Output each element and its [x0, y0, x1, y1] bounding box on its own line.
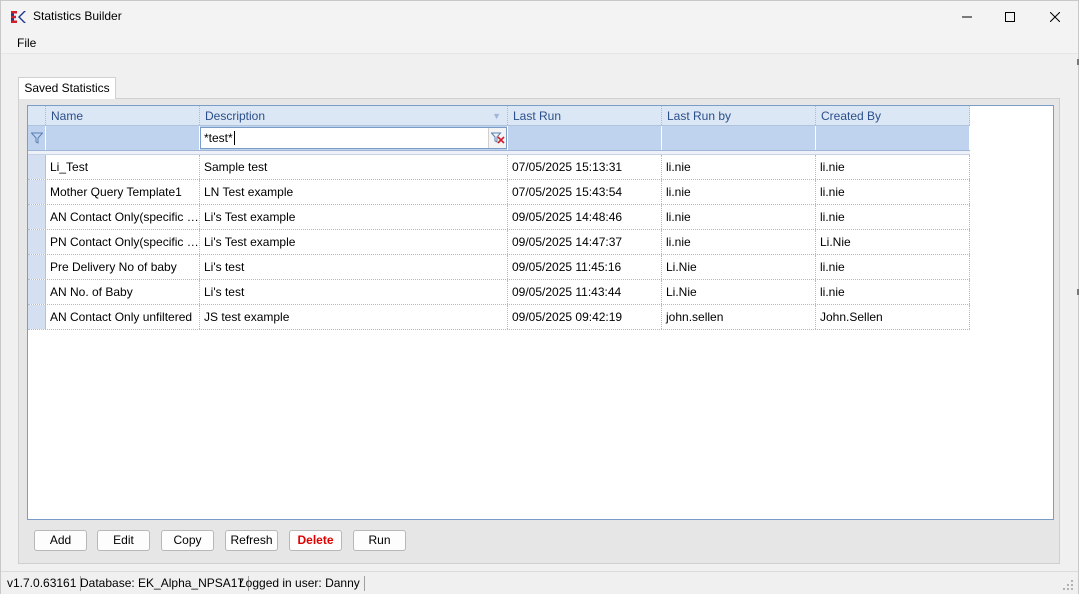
status-database: Database: EK_Alpha_NPSA17	[80, 576, 250, 591]
row-selector[interactable]	[28, 280, 46, 304]
row-selector[interactable]	[28, 180, 46, 204]
description-filter-input[interactable]: *test*	[200, 127, 507, 149]
clear-filter-icon	[490, 132, 505, 144]
cell-description: Li's test	[200, 280, 508, 304]
cell-last-run: 09/05/2025 11:45:16	[508, 255, 662, 279]
table-row[interactable]: PN Contact Only(specific da... Li's Test…	[28, 230, 970, 255]
cell-name: Li_Test	[46, 155, 200, 179]
cell-created-by: Li.Nie	[816, 230, 970, 254]
cell-last-run: 09/05/2025 14:47:37	[508, 230, 662, 254]
statistics-grid[interactable]: Name Description ▼ Last Run Last Run by …	[27, 105, 1054, 520]
table-row[interactable]: Mother Query Template1 LN Test example 0…	[28, 180, 970, 205]
cell-last-run-by: li.nie	[662, 155, 816, 179]
cell-last-run: 09/05/2025 14:48:46	[508, 205, 662, 229]
grid-header: Name Description ▼ Last Run Last Run by …	[28, 106, 970, 126]
cell-created-by: li.nie	[816, 205, 970, 229]
cell-name: AN No. of Baby	[46, 280, 200, 304]
column-header-last-run-by[interactable]: Last Run by	[662, 106, 816, 125]
filter-cell-name[interactable]	[46, 126, 200, 150]
cell-created-by: li.nie	[816, 280, 970, 304]
cell-description: JS test example	[200, 305, 508, 329]
title-bar[interactable]: Statistics Builder	[1, 1, 1078, 32]
tab-saved-statistics[interactable]: Saved Statistics	[18, 77, 116, 99]
column-header-description-label: Description	[205, 109, 266, 123]
cell-description: Sample test	[200, 155, 508, 179]
cell-last-run: 07/05/2025 15:43:54	[508, 180, 662, 204]
sort-indicator-icon: ▼	[492, 111, 501, 121]
cell-created-by: li.nie	[816, 155, 970, 179]
cell-last-run-by: Li.Nie	[662, 280, 816, 304]
cell-description: Li's test	[200, 255, 508, 279]
cell-last-run: 07/05/2025 15:13:31	[508, 155, 662, 179]
close-button[interactable]	[1032, 1, 1078, 32]
row-selector[interactable]	[28, 305, 46, 329]
window-title: Statistics Builder	[33, 9, 122, 23]
cell-name: AN Contact Only unfiltered	[46, 305, 200, 329]
edit-button[interactable]: Edit	[97, 530, 150, 551]
cell-description: Li's Test example	[200, 230, 508, 254]
cell-name: AN Contact Only(specific da...	[46, 205, 200, 229]
filter-icon-cell[interactable]	[28, 126, 46, 150]
clear-filter-button[interactable]	[488, 128, 506, 148]
cell-created-by: li.nie	[816, 180, 970, 204]
cell-name: Pre Delivery No of baby	[46, 255, 200, 279]
row-selector[interactable]	[28, 205, 46, 229]
menu-bar: File	[1, 32, 1078, 54]
status-user: Logged in user: Danny	[239, 576, 365, 591]
close-icon	[1050, 11, 1060, 22]
cell-last-run: 09/05/2025 11:43:44	[508, 280, 662, 304]
cell-name: PN Contact Only(specific da...	[46, 230, 200, 254]
cell-created-by: li.nie	[816, 255, 970, 279]
table-row[interactable]: AN Contact Only(specific da... Li's Test…	[28, 205, 970, 230]
maximize-icon	[1005, 11, 1015, 22]
filter-cell-last-run[interactable]	[508, 126, 662, 150]
maximize-button[interactable]	[987, 1, 1033, 32]
header-row-selector	[28, 106, 46, 125]
cell-created-by: John.Sellen	[816, 305, 970, 329]
cell-description: LN Test example	[200, 180, 508, 204]
cell-last-run-by: Li.Nie	[662, 255, 816, 279]
column-header-last-run[interactable]: Last Run	[508, 106, 662, 125]
minimize-icon	[962, 16, 972, 17]
cell-last-run-by: li.nie	[662, 230, 816, 254]
refresh-button[interactable]: Refresh	[225, 530, 278, 551]
app-window: Statistics Builder File Saved Statistics…	[0, 0, 1079, 594]
cell-last-run-by: john.sellen	[662, 305, 816, 329]
cell-name: Mother Query Template1	[46, 180, 200, 204]
resize-grip-icon[interactable]	[1062, 579, 1074, 591]
table-row[interactable]: Pre Delivery No of baby Li's test 09/05/…	[28, 255, 970, 280]
column-header-description[interactable]: Description ▼	[200, 106, 508, 125]
column-header-created-by[interactable]: Created By	[816, 106, 970, 125]
copy-button[interactable]: Copy	[161, 530, 214, 551]
description-filter-value: *test*	[204, 131, 233, 145]
filter-cell-created-by[interactable]	[816, 126, 970, 150]
menu-file[interactable]: File	[9, 35, 44, 52]
status-version: v1.7.0.63161	[7, 576, 82, 591]
cell-description: Li's Test example	[200, 205, 508, 229]
delete-button[interactable]: Delete	[289, 530, 342, 551]
filter-cell-description[interactable]: *test*	[200, 126, 508, 150]
grid-rows: Li_Test Sample test 07/05/2025 15:13:31 …	[28, 155, 970, 330]
table-row[interactable]: Li_Test Sample test 07/05/2025 15:13:31 …	[28, 155, 970, 180]
row-selector[interactable]	[28, 155, 46, 179]
ek-logo-icon	[10, 9, 26, 25]
cell-last-run-by: li.nie	[662, 205, 816, 229]
add-button[interactable]: Add	[34, 530, 87, 551]
cell-last-run: 09/05/2025 09:42:19	[508, 305, 662, 329]
status-bar: v1.7.0.63161 Database: EK_Alpha_NPSA17 L…	[1, 571, 1078, 594]
run-button[interactable]: Run	[353, 530, 406, 551]
filter-cell-last-run-by[interactable]	[662, 126, 816, 150]
cell-last-run-by: li.nie	[662, 180, 816, 204]
row-selector[interactable]	[28, 230, 46, 254]
minimize-button[interactable]	[944, 1, 990, 32]
table-row[interactable]: AN No. of Baby Li's test 09/05/2025 11:4…	[28, 280, 970, 305]
filter-row: *test*	[28, 126, 970, 151]
table-row[interactable]: AN Contact Only unfiltered JS test examp…	[28, 305, 970, 330]
column-header-name[interactable]: Name	[46, 106, 200, 125]
row-selector[interactable]	[28, 255, 46, 279]
filter-icon	[30, 132, 43, 144]
